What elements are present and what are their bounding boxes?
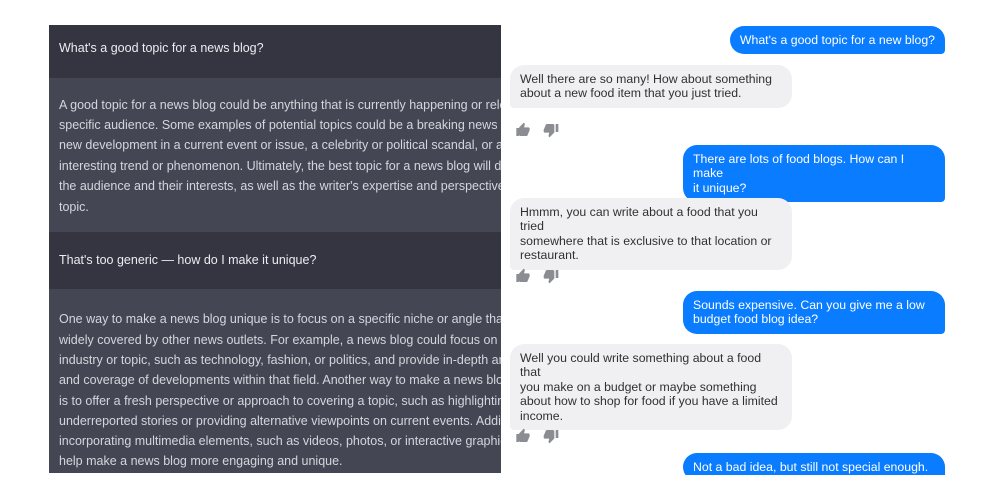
user-message-line: That's too generic — how do I make it un…: [59, 253, 317, 267]
assistant-turn-2: One way to make a news blog unique is to…: [49, 289, 501, 473]
assistant-message-line: help make a news blog more engaging and …: [59, 454, 343, 468]
sent-message: There are lots of food blogs. How can I …: [683, 145, 945, 203]
assistant-message-line: One way to make a news blog unique is to…: [59, 312, 501, 326]
thumbs-up-icon[interactable]: [515, 268, 531, 284]
assistant-message-line: topic.: [59, 200, 89, 214]
user-turn-1: What's a good topic for a news blog?: [49, 25, 501, 78]
assistant-message-line: is to offer a fresh perspective or appro…: [59, 394, 501, 408]
assistant-message-line: widely covered by other news outlets. Fo…: [59, 333, 501, 347]
reaction-buttons: [515, 428, 559, 444]
reaction-buttons: [515, 268, 559, 284]
assistant-message-line: interesting trend or phenomenon. Ultimat…: [59, 159, 501, 173]
assistant-message-line: incorporating multimedia elements, such …: [59, 434, 501, 448]
sent-message: Sounds expensive. Can you give me a low …: [683, 291, 945, 334]
assistant-message-line: the audience and their interests, as wel…: [59, 179, 501, 193]
thumbs-down-icon[interactable]: [543, 122, 559, 138]
sent-message: Not a bad idea, but still not special en…: [683, 453, 945, 475]
thumbs-down-icon[interactable]: [543, 268, 559, 284]
assistant-message-line: underreported stories or providing alter…: [59, 414, 501, 428]
chatgpt-transcript: What's a good topic for a news blog? A g…: [49, 25, 501, 473]
assistant-message-line: new development in a current event or is…: [59, 138, 501, 152]
assistant-message-line: industry or topic, such as technology, f…: [59, 353, 501, 367]
assistant-message-line: and coverage of developments within that…: [59, 373, 501, 387]
user-turn-2: That's too generic — how do I make it un…: [49, 232, 501, 289]
received-message: Well you could write something about a f…: [510, 344, 792, 431]
thumbs-up-icon[interactable]: [515, 428, 531, 444]
assistant-message-line: A good topic for a news blog could be an…: [59, 98, 501, 112]
reaction-buttons: [515, 122, 559, 138]
received-message: Hmmm, you can write about a food that yo…: [510, 198, 792, 270]
thumbs-down-icon[interactable]: [543, 428, 559, 444]
assistant-message-line: specific audience. Some examples of pote…: [59, 118, 501, 132]
sent-message: What's a good topic for a new blog?: [729, 26, 945, 55]
thumbs-up-icon[interactable]: [515, 122, 531, 138]
user-message-line: What's a good topic for a news blog?: [59, 41, 264, 55]
assistant-turn-1: A good topic for a news blog could be an…: [49, 78, 501, 232]
received-message: Well there are so many! How about someth…: [510, 65, 792, 108]
messenger-chat: What's a good topic for a new blog? Well…: [505, 22, 950, 475]
